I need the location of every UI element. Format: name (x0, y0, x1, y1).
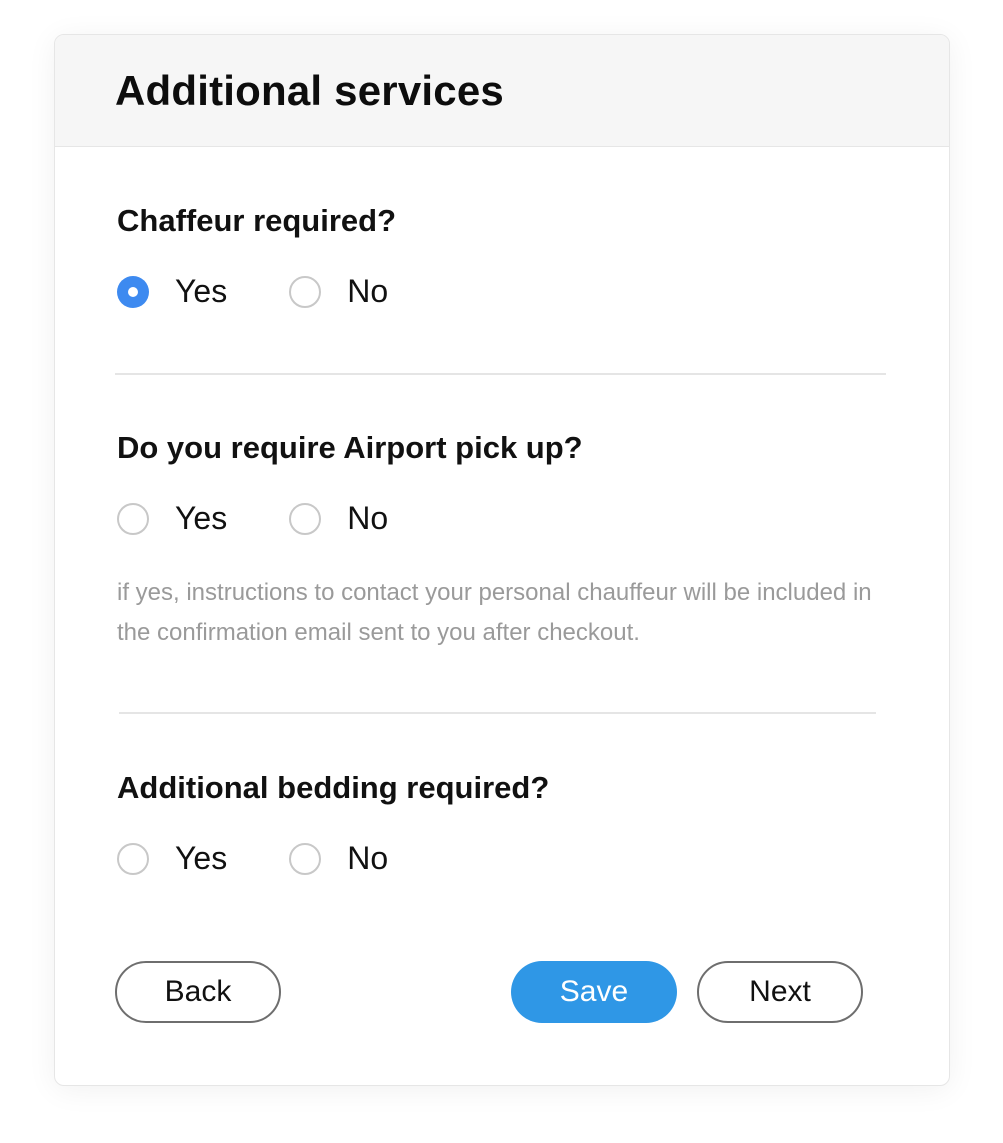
question-chauffeur: Chaffeur required? Yes No (117, 203, 887, 310)
question-label: Chaffeur required? (117, 203, 397, 238)
radio-button[interactable] (289, 275, 322, 308)
card-header: Additional services (55, 35, 949, 147)
radio-group-chauffeur: Yes No (117, 273, 887, 310)
divider (119, 712, 876, 714)
option-label: Yes (175, 273, 228, 309)
option-yes[interactable]: Yes (117, 500, 227, 537)
option-label: No (347, 273, 389, 309)
radio-button-checked[interactable] (117, 275, 149, 308)
option-label: No (347, 500, 389, 536)
option-no[interactable]: No (289, 500, 388, 537)
question-additional-bedding: Additional bedding required? Yes No (117, 770, 887, 877)
divider (115, 373, 886, 375)
back-button[interactable]: Back (115, 961, 281, 1023)
radio-group-bedding: Yes No (117, 840, 887, 877)
next-button[interactable]: Next (697, 961, 863, 1023)
radio-button[interactable] (117, 842, 149, 875)
option-yes[interactable]: Yes (117, 840, 227, 877)
option-label: Yes (175, 500, 228, 536)
question-label: Do you require Airport pick up? (117, 430, 583, 465)
help-text: if yes, instructions to contact your per… (117, 579, 872, 646)
radio-button[interactable] (117, 502, 149, 535)
card-title: Additional services (115, 66, 504, 114)
save-button[interactable]: Save (511, 961, 677, 1023)
radio-button[interactable] (289, 502, 322, 535)
question-airport-pickup: Do you require Airport pick up? Yes No i… (117, 430, 887, 653)
option-no[interactable]: No (289, 273, 388, 310)
question-label: Additional bedding required? (117, 770, 550, 805)
option-label: Yes (175, 840, 228, 876)
radio-button[interactable] (289, 842, 322, 875)
additional-services-card: Additional services Chaffeur required? Y… (54, 34, 950, 1086)
option-label: No (347, 840, 389, 876)
option-yes[interactable]: Yes (117, 273, 227, 310)
option-no[interactable]: No (289, 840, 388, 877)
radio-group-airport-pickup: Yes No (117, 500, 887, 537)
